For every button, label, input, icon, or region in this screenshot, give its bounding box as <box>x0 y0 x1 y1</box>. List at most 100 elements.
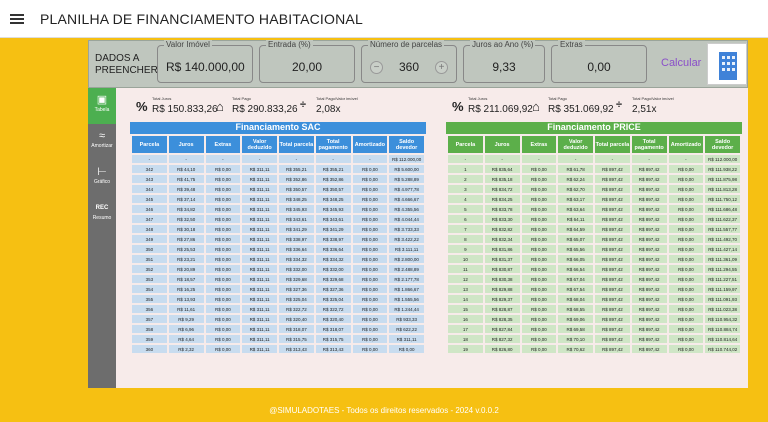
table-cell: R$ 827,84 <box>484 325 520 333</box>
price-column-header: Parcela <box>448 136 483 153</box>
table-cell: R$ 0,00 <box>521 325 557 333</box>
footer: @SIMULADOTAES - Todos os direitos reserv… <box>269 406 499 415</box>
parcelas-increment-button[interactable]: + <box>435 61 448 74</box>
table-cell: R$ 341,29 <box>315 225 351 233</box>
percent-icon: % <box>136 99 148 114</box>
table-cell: R$ 0,00 <box>668 335 704 343</box>
table-cell: R$ 313,43 <box>279 345 314 353</box>
hamburger-menu-icon[interactable] <box>10 13 24 24</box>
table-cell: R$ 897,42 <box>631 255 667 263</box>
table-cell: 16 <box>448 315 483 323</box>
table-cell: R$ 325,04 <box>279 295 314 303</box>
table-cell: R$ 1.866,67 <box>389 285 424 293</box>
summary-icon: REC <box>95 205 109 211</box>
table-cell: R$ 13,93 <box>168 295 204 303</box>
sac-column-header: Saldo devedor <box>389 136 424 153</box>
valor-imovel-field[interactable]: Valor Imóvel R$ 140.000,00 <box>157 40 253 83</box>
table-cell: R$ 315,75 <box>279 335 314 343</box>
entrada-field[interactable]: Entrada (%) 20,00 <box>259 40 355 83</box>
table-cell: 346 <box>132 205 167 213</box>
table-cell: R$ 0,00 <box>205 285 241 293</box>
table-cell: R$ 0,00 <box>205 295 241 303</box>
table-cell: R$ 111.427,14 <box>705 245 740 253</box>
table-cell: R$ 334,32 <box>315 255 351 263</box>
sac-table-title: Financiamento SAC <box>130 122 426 134</box>
sac-table: Parcela Juros Extras Valor deduzido Total pa… <box>130 134 426 355</box>
extras-field[interactable]: Extras 0,00 <box>551 40 647 83</box>
table-cell: R$ 832,82 <box>484 225 520 233</box>
table-cell: R$ 0,00 <box>521 235 557 243</box>
table-cell: R$ 0,00 <box>352 305 388 313</box>
table-cell: 354 <box>132 285 167 293</box>
table-cell: R$ 41,75 <box>168 175 204 183</box>
table-cell: R$ 313,43 <box>315 345 351 353</box>
table-cell: R$ 0,00 <box>668 275 704 283</box>
table-cell: R$ 311,11 <box>242 305 277 313</box>
sidebar-item-resumo[interactable]: REC Resumo <box>88 196 116 232</box>
table-cell: R$ 0,00 <box>521 225 557 233</box>
table-cell: 356 <box>132 305 167 313</box>
table-row: 3 R$ 834,72 R$ 0,00 R$ 62,70 R$ 897,42 R$ 897… <box>448 185 740 193</box>
table-cell: R$ 4,64 <box>168 335 204 343</box>
divide-icon: ÷ <box>616 99 623 111</box>
table-row: 347 R$ 32,50 R$ 0,00 R$ 311,11 R$ 343,61 R$ 3… <box>132 215 424 223</box>
table-row: 13 R$ 829,88 R$ 0,00 R$ 67,54 R$ 897,42 R$ 89… <box>448 285 740 293</box>
table-cell: R$ 111.159,97 <box>705 285 740 293</box>
calcular-button[interactable]: Calcular <box>661 57 701 69</box>
sidebar-item-label: Amortizar <box>91 143 113 149</box>
table-cell: R$ 311,11 <box>242 195 277 203</box>
table-cell: - <box>631 155 667 163</box>
table-cell: R$ 830,38 <box>484 275 520 283</box>
price-pago-caption: Total Pago <box>548 96 567 101</box>
table-row: 355 R$ 13,93 R$ 0,00 R$ 311,11 R$ 325,04 R$ 3… <box>132 295 424 303</box>
table-cell: R$ 332,00 <box>315 265 351 273</box>
table-cell: R$ 61,78 <box>558 165 593 173</box>
table-cell: R$ 897,42 <box>595 345 630 353</box>
table-cell: R$ 827,32 <box>484 335 520 343</box>
table-cell: 19 <box>448 345 483 353</box>
table-cell: R$ 1.244,44 <box>389 305 424 313</box>
table-cell: R$ 336,64 <box>315 245 351 253</box>
table-cell: R$ 0,00 <box>668 305 704 313</box>
sidebar-item-grafico[interactable]: ⊢ Gráfico <box>88 160 116 196</box>
table-cell: R$ 320,40 <box>315 315 351 323</box>
table-cell: R$ 68,04 <box>558 295 593 303</box>
sidebar-item-tabela[interactable]: ▣ Tabela <box>88 88 116 124</box>
table-row: 359 R$ 4,64 R$ 0,00 R$ 311,11 R$ 315,75 R$ 31… <box>132 335 424 343</box>
table-cell: R$ 25,53 <box>168 245 204 253</box>
sidebar: ▣ Tabela ≈ Amortizar ⊢ Gráfico REC Resum… <box>88 88 116 388</box>
parcelas-field[interactable]: Número de parcelas − 360 + <box>361 40 457 83</box>
juros-field[interactable]: Juros ao Ano (%) 9,33 <box>463 40 545 83</box>
table-row: 14 R$ 829,37 R$ 0,00 R$ 68,04 R$ 897,42 R$ 89… <box>448 295 740 303</box>
table-cell: R$ 0,00 <box>521 195 557 203</box>
table-cell: R$ 343,61 <box>315 215 351 223</box>
table-cell: R$ 0,00 <box>352 295 388 303</box>
table-cell: R$ 4.977,78 <box>389 185 424 193</box>
house-icon: ⌂ <box>532 99 540 114</box>
table-cell: 345 <box>132 195 167 203</box>
table-cell: R$ 4.666,67 <box>389 195 424 203</box>
chart-icon: ⊢ <box>97 166 107 178</box>
table-cell: - <box>242 155 277 163</box>
table-cell: R$ 0,00 <box>352 215 388 223</box>
extras-label: Extras <box>558 40 585 49</box>
table-cell: R$ 828,87 <box>484 305 520 313</box>
table-cell: R$ 897,42 <box>631 325 667 333</box>
table-row: 349 R$ 27,86 R$ 0,00 R$ 311,11 R$ 338,97 R$ 3… <box>132 235 424 243</box>
table-row: 6 R$ 833,30 R$ 0,00 R$ 64,11 R$ 897,42 R$ 897… <box>448 215 740 223</box>
table-row: 18 R$ 827,32 R$ 0,00 R$ 70,10 R$ 897,42 R$ 89… <box>448 335 740 343</box>
table-cell: R$ 5.600,00 <box>389 165 424 173</box>
table-cell: R$ 0,00 <box>521 175 557 183</box>
table-cell: 3 <box>448 185 483 193</box>
table-cell: R$ 345,93 <box>315 205 351 213</box>
inputs-heading-line2: PREENCHER: <box>95 65 161 76</box>
table-cell: R$ 311,11 <box>242 225 277 233</box>
table-cell: R$ 897,42 <box>631 345 667 353</box>
sidebar-item-amortizar[interactable]: ≈ Amortizar <box>88 124 116 160</box>
table-cell: R$ 311,11 <box>242 285 277 293</box>
table-cell: R$ 311,11 <box>242 255 277 263</box>
table-cell: - <box>352 155 388 163</box>
table-cell: R$ 834,25 <box>484 195 520 203</box>
sac-juros-value: R$ 150.833,26 <box>152 104 218 115</box>
price-table-title: Financiamento PRICE <box>446 122 742 134</box>
